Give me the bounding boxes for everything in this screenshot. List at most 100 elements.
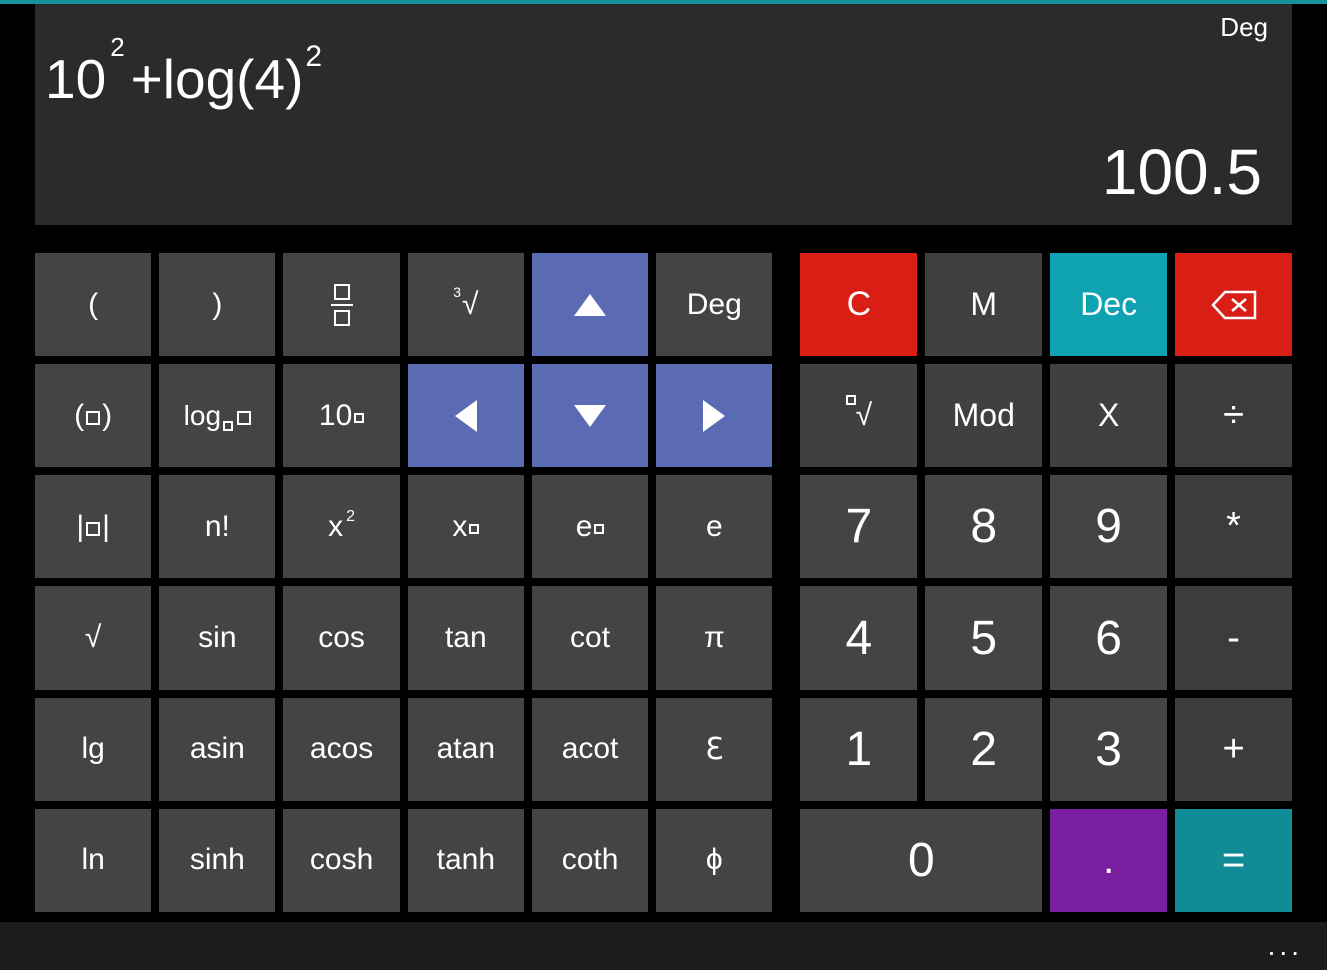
rparen-button[interactable]: ) <box>159 253 275 356</box>
cosh-label: cosh <box>310 843 373 877</box>
arrow-down-button[interactable] <box>532 364 648 467</box>
euler-constant-button[interactable]: ℇ <box>656 698 772 801</box>
digit-8-button[interactable]: 8 <box>925 475 1042 578</box>
sqrt-button[interactable]: √ <box>35 586 151 689</box>
mod-label: Mod <box>953 397 1015 434</box>
digit-6-button[interactable]: 6 <box>1050 586 1167 689</box>
digit-5-label: 5 <box>970 611 997 666</box>
log-base-button[interactable]: log <box>159 364 275 467</box>
cube-root-button[interactable]: 3 √ <box>408 253 524 356</box>
angle-mode-indicator: Deg <box>1220 12 1268 43</box>
decimal-point-button[interactable]: . <box>1050 809 1167 912</box>
sinh-button[interactable]: sinh <box>159 809 275 912</box>
expr-exp-1: 2 <box>110 34 124 60</box>
ten-power-button[interactable]: 10 <box>283 364 399 467</box>
nth-root-icon: √ <box>846 399 872 433</box>
mod-button[interactable]: Mod <box>925 364 1042 467</box>
digit-9-button[interactable]: 9 <box>1050 475 1167 578</box>
variable-x-button[interactable]: X <box>1050 364 1167 467</box>
digit-1-button[interactable]: 1 <box>800 698 917 801</box>
more-menu-button[interactable]: ... <box>1268 930 1303 962</box>
backspace-button[interactable] <box>1175 253 1292 356</box>
cos-button[interactable]: cos <box>283 586 399 689</box>
multiply-button[interactable]: * <box>1175 475 1292 578</box>
e-power-button[interactable]: e <box>532 475 648 578</box>
sqrt-label: √ <box>85 621 101 655</box>
divide-button[interactable]: ÷ <box>1175 364 1292 467</box>
deg-label: Deg <box>687 288 742 322</box>
tan-button[interactable]: tan <box>408 586 524 689</box>
coth-button[interactable]: coth <box>532 809 648 912</box>
abs-button[interactable]: | | <box>35 475 151 578</box>
tanh-button[interactable]: tanh <box>408 809 524 912</box>
acos-button[interactable]: acos <box>283 698 399 801</box>
digit-7-button[interactable]: 7 <box>800 475 917 578</box>
lparen-button[interactable]: ( <box>35 253 151 356</box>
memory-button[interactable]: M <box>925 253 1042 356</box>
expr-base-1: 10 <box>45 52 106 107</box>
x-power-button[interactable]: x <box>408 475 524 578</box>
expr-middle: +log(4) <box>131 52 304 107</box>
x-squared-button[interactable]: x 2 <box>283 475 399 578</box>
pi-label: π <box>704 621 725 655</box>
phi-button[interactable]: ϕ <box>656 809 772 912</box>
digit-5-button[interactable]: 5 <box>925 586 1042 689</box>
sin-button[interactable]: sin <box>159 586 275 689</box>
euler-label: ℇ <box>705 732 723 767</box>
digit-4-button[interactable]: 4 <box>800 586 917 689</box>
lparen-label: ( <box>88 288 98 322</box>
digit-8-label: 8 <box>970 499 997 554</box>
factorial-label: n! <box>205 510 230 544</box>
equals-label: = <box>1222 838 1245 883</box>
memory-label: M <box>970 286 997 323</box>
clear-button[interactable]: C <box>800 253 917 356</box>
digit-6-label: 6 <box>1095 611 1122 666</box>
arrow-down-icon <box>574 405 606 427</box>
decimal-label: . <box>1103 838 1114 883</box>
add-label: + <box>1222 728 1244 771</box>
nth-root-button[interactable]: √ <box>800 364 917 467</box>
digit-9-label: 9 <box>1095 499 1122 554</box>
app-bar: ... <box>0 922 1327 970</box>
atan-button[interactable]: atan <box>408 698 524 801</box>
cube-root-icon: 3 √ <box>453 288 478 322</box>
clear-label: C <box>847 285 872 324</box>
asin-label: asin <box>190 732 245 766</box>
cos-label: cos <box>318 621 365 655</box>
fraction-icon <box>331 284 353 326</box>
calculator-app: Deg 10 2 +log(4) 2 100.5 ( ) 3 √ <box>0 0 1327 970</box>
ln-button[interactable]: ln <box>35 809 151 912</box>
acot-label: acot <box>562 732 619 766</box>
dec-mode-button[interactable]: Dec <box>1050 253 1167 356</box>
arrow-right-button[interactable] <box>656 364 772 467</box>
fraction-button[interactable] <box>283 253 399 356</box>
deg-button[interactable]: Deg <box>656 253 772 356</box>
arrow-left-icon <box>455 400 477 432</box>
factorial-button[interactable]: n! <box>159 475 275 578</box>
x-label: X <box>1098 397 1119 434</box>
parentheses-placeholder-button[interactable]: ( ) <box>35 364 151 467</box>
arrow-up-button[interactable] <box>532 253 648 356</box>
e-constant-button[interactable]: e <box>656 475 772 578</box>
pi-button[interactable]: π <box>656 586 772 689</box>
acot-button[interactable]: acot <box>532 698 648 801</box>
digit-2-button[interactable]: 2 <box>925 698 1042 801</box>
cot-button[interactable]: cot <box>532 586 648 689</box>
keypad-area: ( ) 3 √ Deg ( ) <box>0 225 1327 922</box>
arrow-left-button[interactable] <box>408 364 524 467</box>
atan-label: atan <box>437 732 495 766</box>
digit-0-button[interactable]: 0 <box>800 809 1042 912</box>
digit-3-button[interactable]: 3 <box>1050 698 1167 801</box>
e-power-label: e <box>576 510 605 544</box>
add-button[interactable]: + <box>1175 698 1292 801</box>
equals-button[interactable]: = <box>1175 809 1292 912</box>
phi-label: ϕ <box>706 843 723 877</box>
subtract-button[interactable]: - <box>1175 586 1292 689</box>
digit-0-label: 0 <box>908 833 935 888</box>
asin-button[interactable]: asin <box>159 698 275 801</box>
display-panel: Deg 10 2 +log(4) 2 100.5 <box>35 4 1292 225</box>
lg-button[interactable]: lg <box>35 698 151 801</box>
cosh-button[interactable]: cosh <box>283 809 399 912</box>
arrow-right-icon <box>703 400 725 432</box>
tanh-label: tanh <box>437 843 495 877</box>
